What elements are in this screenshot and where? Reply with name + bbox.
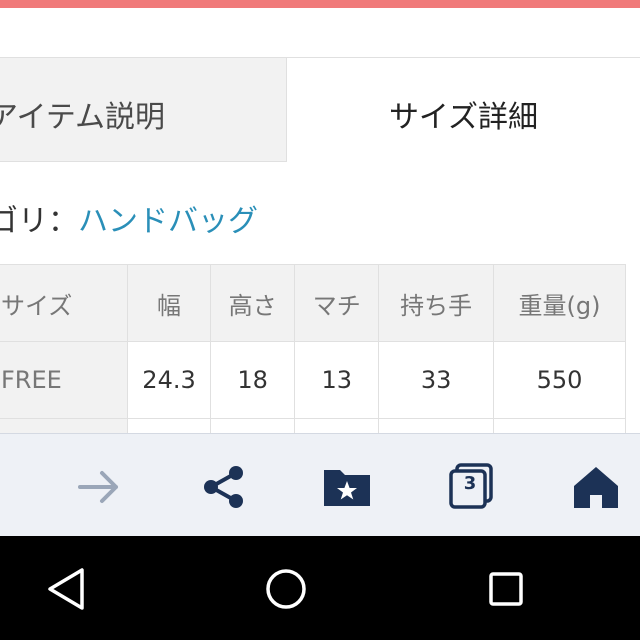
home-icon[interactable] xyxy=(571,462,621,512)
cell-empty xyxy=(294,418,380,434)
cell-depth: 13 xyxy=(294,341,380,419)
header-depth: マチ xyxy=(294,264,380,342)
header-height: 高さ xyxy=(209,264,296,342)
square-recents-icon[interactable] xyxy=(478,561,534,617)
header-spacer xyxy=(0,8,640,58)
cell-empty xyxy=(493,418,626,434)
tab-item-description[interactable]: アイテム説明 xyxy=(0,57,287,162)
tab-size-details-label: サイズ詳細 xyxy=(388,100,539,135)
table-header-row: サイズ 幅 高さ マチ 持ち手 重量(g) xyxy=(0,264,626,342)
tab-size-details[interactable]: サイズ詳細 xyxy=(287,57,640,164)
tab-item-description-label: アイテム説明 xyxy=(0,100,165,135)
cell-empty xyxy=(0,418,129,434)
size-table: サイズ 幅 高さ マチ 持ち手 重量(g) FREE 24.3 18 13 33… xyxy=(0,264,626,434)
accent-bar xyxy=(0,0,640,8)
category-label: ゴリ： xyxy=(0,204,78,239)
header-handle: 持ち手 xyxy=(378,264,495,342)
arrow-right-icon[interactable] xyxy=(74,462,124,512)
header-width: 幅 xyxy=(127,264,211,342)
cell-empty xyxy=(209,418,296,434)
cell-height: 18 xyxy=(209,341,296,419)
cell-empty xyxy=(127,418,211,434)
header-size: サイズ xyxy=(0,264,129,342)
tab-count: 3 xyxy=(463,473,477,494)
cell-size: FREE xyxy=(0,341,129,419)
triangle-back-icon[interactable] xyxy=(38,561,94,617)
cell-empty xyxy=(378,418,495,434)
header-weight: 重量(g) xyxy=(493,264,626,342)
android-nav-bar xyxy=(0,536,640,640)
browser-bottom-bar: 3 xyxy=(0,433,640,536)
share-icon[interactable] xyxy=(198,462,248,512)
table-row-partial xyxy=(0,418,626,434)
cell-width: 24.3 xyxy=(127,341,211,419)
cell-weight: 550 xyxy=(493,341,626,419)
folder-star-icon[interactable] xyxy=(322,462,372,512)
tab-bar: アイテム説明 サイズ詳細 xyxy=(0,57,640,164)
table-row: FREE 24.3 18 13 33 550 xyxy=(0,341,626,419)
cell-handle: 33 xyxy=(378,341,495,419)
tabs-icon[interactable]: 3 xyxy=(446,462,496,512)
category-link[interactable]: ハンドバッグ xyxy=(78,204,258,239)
size-table-container: サイズ 幅 高さ マチ 持ち手 重量(g) FREE 24.3 18 13 33… xyxy=(0,264,640,434)
circle-home-icon[interactable] xyxy=(258,561,314,617)
category-line: ゴリ：ハンドバッグ xyxy=(0,196,258,240)
